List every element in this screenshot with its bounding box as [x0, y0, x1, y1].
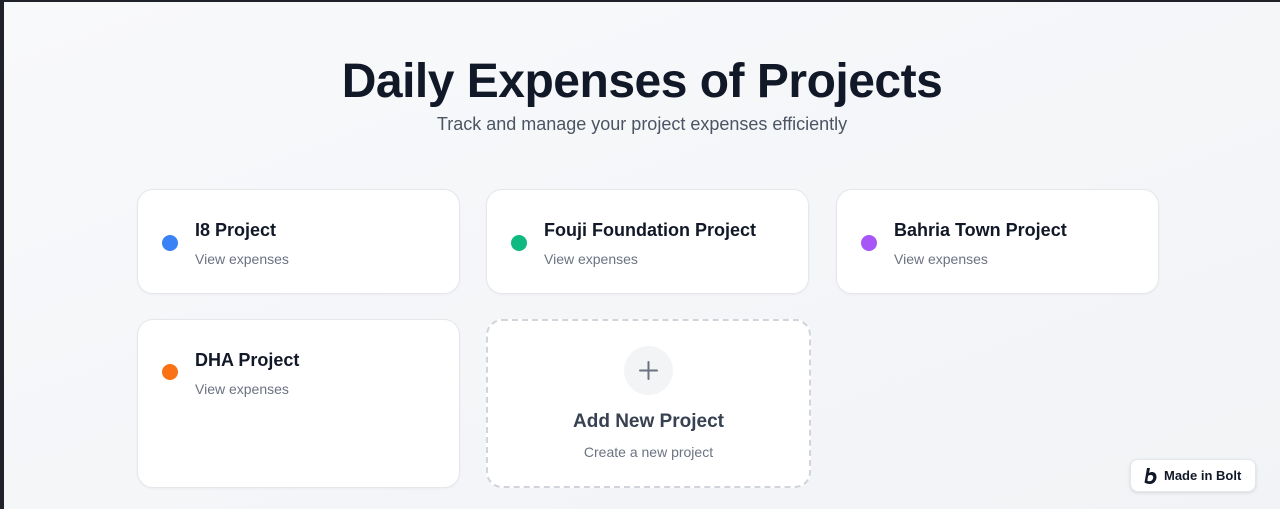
project-card-fouji-foundation[interactable]: Fouji Foundation Project View expenses [486, 189, 809, 294]
project-color-dot [511, 235, 527, 251]
project-card-bahria-town[interactable]: Bahria Town Project View expenses [836, 189, 1159, 294]
project-view-expenses: View expenses [544, 251, 638, 267]
page-header: Daily Expenses of Projects Track and man… [4, 54, 1280, 136]
project-color-dot [162, 235, 178, 251]
project-name: Fouji Foundation Project [544, 220, 756, 240]
made-in-bolt-label: Made in Bolt [1164, 468, 1242, 483]
project-card-i8[interactable]: I8 Project View expenses [137, 189, 460, 294]
bolt-logo-icon [1144, 467, 1157, 484]
project-name: DHA Project [195, 350, 300, 370]
project-name: Bahria Town Project [894, 220, 1067, 240]
project-view-expenses: View expenses [195, 381, 289, 397]
plus-icon [639, 361, 658, 380]
page-title: Daily Expenses of Projects [341, 55, 943, 108]
project-card-dha[interactable]: DHA Project View expenses [137, 319, 460, 488]
made-in-bolt-badge[interactable]: Made in Bolt [1130, 459, 1256, 492]
add-new-project-card[interactable]: Add New Project Create a new project [486, 319, 811, 488]
page-subtitle: Track and manage your project expenses e… [436, 114, 848, 134]
project-color-dot [861, 235, 877, 251]
project-view-expenses: View expenses [894, 251, 988, 267]
project-color-dot [162, 364, 178, 380]
add-project-subtitle: Create a new project [583, 444, 714, 460]
add-project-title: Add New Project [573, 411, 724, 432]
project-view-expenses: View expenses [195, 251, 289, 267]
add-project-icon-circle [624, 346, 673, 395]
project-name: I8 Project [195, 220, 277, 240]
